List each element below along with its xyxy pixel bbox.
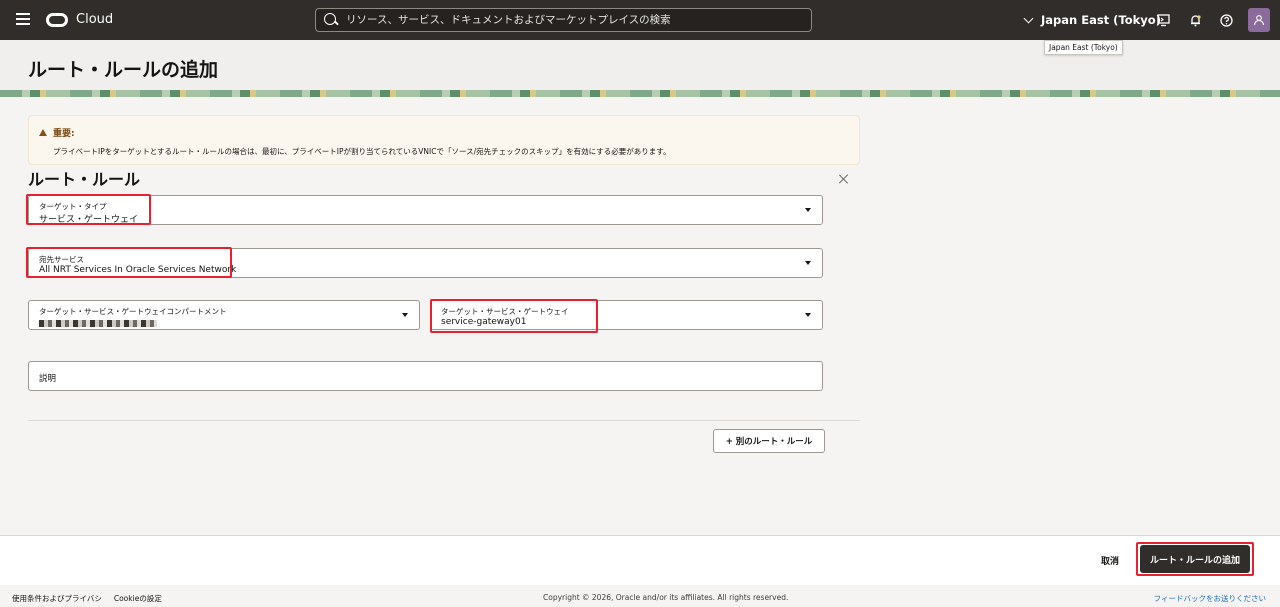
target-gateway-label: ターゲット・サービス・ゲートウェイ [441,307,569,316]
close-icon[interactable] [838,173,850,185]
feedback-link[interactable]: フィードバックをお送りください [1154,593,1266,604]
oracle-logo-icon [46,12,68,27]
redacted-compartment-value [39,320,157,327]
top-navigation-bar: Cloud Japan East (Tokyo) [0,0,1280,40]
add-another-rule-button[interactable]: + 別のルート・ルール [713,429,825,453]
warning-heading: 重要: [39,126,75,139]
search-input[interactable] [338,9,811,31]
destination-service-select[interactable]: 宛先サービス All NRT Services In Oracle Servic… [28,248,823,278]
cloud-shell-icon[interactable] [1155,12,1171,28]
add-route-rules-button[interactable]: ルート・ルールの追加 [1140,545,1250,573]
brand-label: Cloud [76,12,114,27]
copyright-text: Copyright © 2026, Oracle and/or its affi… [543,593,789,602]
compartment-label: ターゲット・サービス・ゲートウェイコンパートメント [39,307,227,316]
warning-message: 重要: プライベートIPをターゲットとするルート・ルールの場合は、最初に、プライ… [28,115,860,165]
cookie-settings-link[interactable]: Cookieの設定 [114,593,162,604]
help-icon[interactable] [1218,12,1234,28]
search-icon [324,13,338,27]
action-bar: 取消 ルート・ルールの追加 [0,535,1280,585]
chevron-down-icon [1023,13,1034,23]
divider [28,420,860,421]
page-footer: 使用条件およびプライバシ Cookieの設定 Copyright © 2026,… [0,585,1280,607]
oracle-cloud-logo[interactable]: Cloud [46,12,113,27]
region-selector[interactable]: Japan East (Tokyo) [1023,13,1161,27]
target-type-label: ターゲット・タイプ [39,202,107,211]
description-label: 説明 [39,374,57,384]
terms-privacy-link[interactable]: 使用条件およびプライバシ [12,593,102,604]
region-tooltip: Japan East (Tokyo) [1044,40,1123,55]
notifications-icon[interactable] [1187,12,1203,28]
warning-heading-text: 重要: [53,129,75,139]
compartment-select[interactable]: ターゲット・サービス・ゲートウェイコンパートメント [28,300,420,330]
dropdown-arrow-icon [805,313,811,317]
target-gateway-value: service-gateway01 [441,317,527,327]
target-type-value: サービス・ゲートウェイ [39,215,139,225]
dropdown-arrow-icon [402,313,408,317]
warning-body: プライベートIPをターゲットとするルート・ルールの場合は、最初に、プライベートI… [53,147,671,156]
target-gateway-select[interactable]: ターゲット・サービス・ゲートウェイ service-gateway01 [430,300,823,330]
page-title: ルート・ルールの追加 [28,59,219,81]
profile-icon[interactable] [1248,8,1270,32]
header-decoration [0,90,1280,97]
target-type-select[interactable]: ターゲット・タイプ サービス・ゲートウェイ [28,195,823,225]
menu-icon[interactable] [16,13,30,25]
footer-links: 使用条件およびプライバシ Cookieの設定 [12,593,162,604]
destination-service-label: 宛先サービス [39,255,84,264]
dropdown-arrow-icon [805,261,811,265]
description-field[interactable]: 説明 [28,361,823,391]
warning-icon [39,129,47,136]
section-title: ルート・ルール [28,170,141,189]
cancel-button[interactable]: 取消 [1092,550,1128,570]
region-label: Japan East (Tokyo) [1041,13,1161,27]
destination-service-value: All NRT Services In Oracle Services Netw… [39,265,237,275]
search-bar[interactable] [315,8,812,32]
dropdown-arrow-icon [805,208,811,212]
